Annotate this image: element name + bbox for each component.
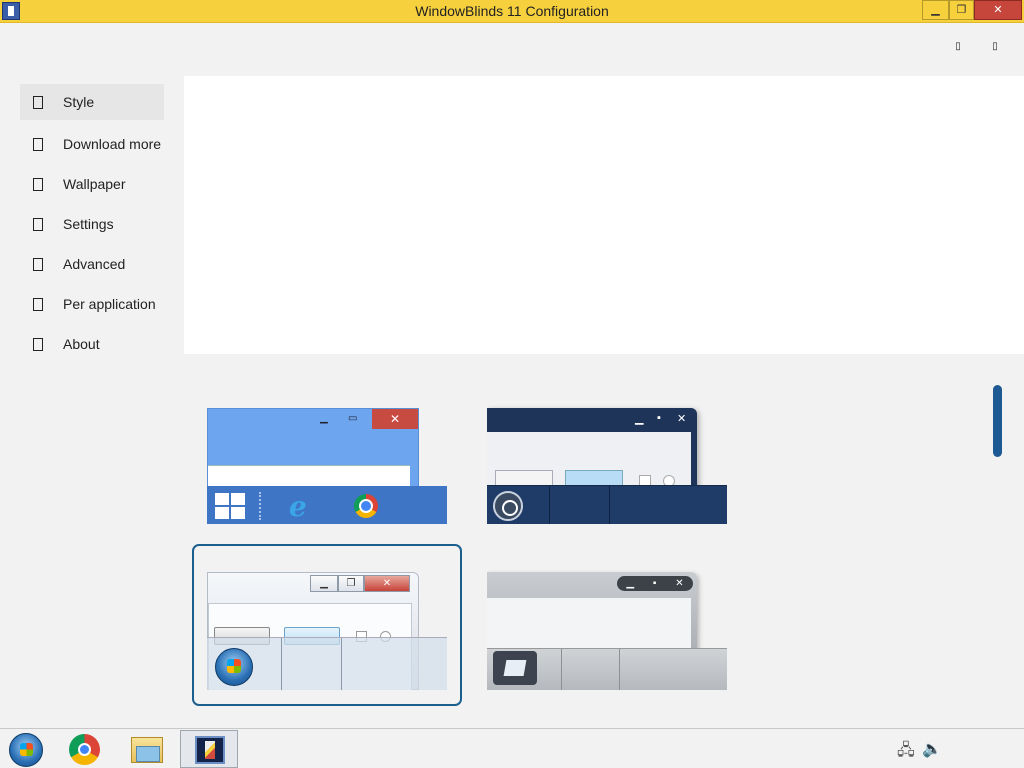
close-glyph: ✕ <box>372 409 418 429</box>
sidebar-item-label: Style <box>63 94 95 110</box>
scrollbar-thumb[interactable] <box>993 385 1002 457</box>
volume-icon[interactable]: 🔈 <box>922 739 942 759</box>
sidebar-item-download-more[interactable]: Download more <box>20 124 164 164</box>
maximize-glyph: ▪ <box>657 412 661 424</box>
system-taskbar: 🖧 🔈 <box>0 728 1024 768</box>
sidebar-item-label: Download more <box>63 136 162 152</box>
windows-logo-icon <box>215 493 245 519</box>
start-button-icon <box>493 651 537 685</box>
sidebar-item-label: About <box>63 336 100 352</box>
sidebar-item-settings[interactable]: Settings <box>20 204 164 244</box>
title-bar: WindowBlinds 11 Configuration ▁ ❐ ✕ <box>0 0 1024 23</box>
sidebar-item-wallpaper[interactable]: Wallpaper <box>20 164 164 204</box>
theme-tile-windows-8[interactable]: ▁ ▭ ✕ e <box>207 396 447 524</box>
theme-preview-taskbar: e <box>207 486 447 524</box>
windows-orb-icon <box>9 733 43 767</box>
wallpaper-icon <box>33 177 43 191</box>
network-icon[interactable]: 🖧 <box>897 739 915 766</box>
start-button[interactable] <box>0 730 58 768</box>
maximize-glyph: ▪ <box>652 578 657 589</box>
close-button[interactable]: ✕ <box>974 0 1022 20</box>
sidebar-item-style[interactable]: Style <box>20 84 164 120</box>
maximize-glyph: ❐ <box>338 575 364 592</box>
sidebar-item-advanced[interactable]: Advanced <box>20 244 164 284</box>
minimize-glyph: ▁ <box>635 413 644 425</box>
taskbar-grip <box>259 492 263 520</box>
per-application-icon <box>33 297 43 311</box>
windowblinds-icon <box>195 736 225 764</box>
sidebar-item-label: Settings <box>63 216 114 232</box>
maximize-glyph: ▭ <box>348 413 358 424</box>
advanced-icon <box>33 257 43 271</box>
sidebar-item-label: Advanced <box>63 256 126 272</box>
taskbar-file-explorer[interactable] <box>118 730 176 768</box>
taskbar-windowblinds[interactable] <box>180 730 238 768</box>
theme-tile-windows-7[interactable]: ▁ ❐ ✕ <box>207 562 447 690</box>
close-glyph: ✕ <box>675 578 684 589</box>
minimize-glyph: ▁ <box>310 575 338 592</box>
style-icon <box>33 95 43 109</box>
window-title: WindowBlinds 11 Configuration <box>415 3 609 19</box>
start-orb-icon <box>493 491 523 521</box>
close-glyph: ✕ <box>364 575 410 592</box>
folder-icon <box>131 737 163 763</box>
header-icon-button-2[interactable]: ▯ <box>989 41 1001 53</box>
download-icon <box>33 137 43 151</box>
sidebar-nav: Style Download more Wallpaper Settings A… <box>20 84 164 364</box>
minimize-button[interactable]: ▁ <box>922 0 949 20</box>
header-icon-button-1[interactable]: ▯ <box>952 41 964 53</box>
about-icon <box>33 337 43 351</box>
theme-tile-grey[interactable]: ▁ ▪ ✕ <box>487 562 727 690</box>
chrome-icon <box>354 494 378 518</box>
theme-preview-taskbar <box>207 637 447 690</box>
settings-icon <box>33 217 43 231</box>
theme-preview-taskbar <box>487 485 727 524</box>
internet-explorer-icon: e <box>289 490 307 523</box>
minimize-glyph: ▁ <box>320 413 328 424</box>
sidebar-item-label: Per application <box>63 296 156 312</box>
sidebar-item-per-application[interactable]: Per application <box>20 284 164 324</box>
minimize-glyph: ▁ <box>626 578 635 589</box>
taskbar-chrome[interactable] <box>58 730 116 768</box>
close-glyph: ✕ <box>677 413 687 425</box>
style-preview-panel <box>184 76 1024 354</box>
chrome-icon <box>69 734 100 765</box>
start-orb-icon <box>215 648 253 686</box>
maximize-button[interactable]: ❐ <box>949 0 974 20</box>
theme-tile-dark-blue[interactable]: ▁ ▪ ✕ <box>487 396 727 524</box>
sidebar-item-about[interactable]: About <box>20 324 164 364</box>
window-controls: ▁ ▪ ✕ <box>617 576 693 591</box>
sidebar-item-label: Wallpaper <box>63 176 126 192</box>
theme-preview-taskbar <box>487 648 727 690</box>
